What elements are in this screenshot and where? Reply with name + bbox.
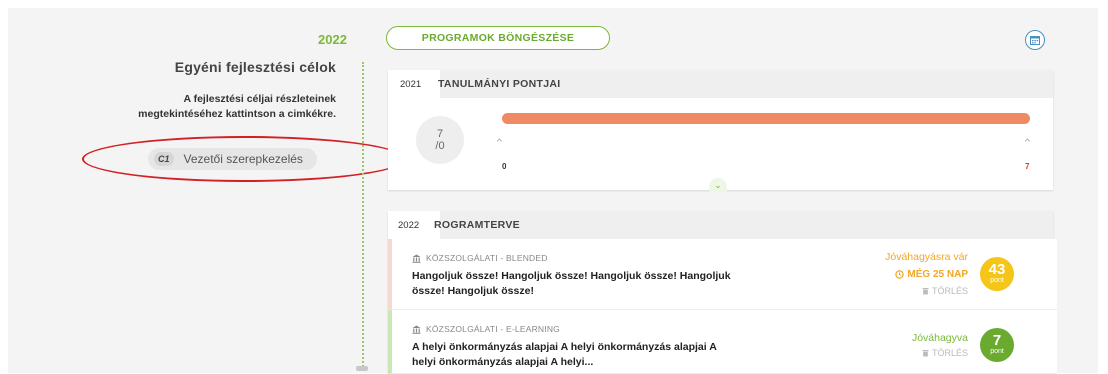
points-badge: 7 pont	[980, 328, 1014, 362]
program-plan-header: 2022 ROGRAMTERVE	[388, 211, 1053, 239]
points-badge: 43 pont	[980, 257, 1014, 291]
points-value: 7	[992, 332, 1002, 349]
institution-icon	[412, 254, 421, 263]
trash-icon	[922, 350, 929, 357]
goal-tag-code: C1	[154, 152, 174, 166]
institution-icon	[412, 325, 421, 334]
program-deadline: MÉG 25 NAP	[895, 269, 968, 280]
points-label: pont	[990, 348, 1004, 355]
delete-button[interactable]: TÖRLÉS	[922, 286, 968, 296]
goals-title: Egyéni fejlesztési célok	[174, 59, 336, 75]
caret-up-icon: ⌃	[494, 136, 505, 151]
program-type-label: KÖZSZOLGÁLATI - E-LEARNING	[426, 324, 560, 334]
score-total: /0	[435, 140, 445, 152]
program-plan-card: 2022 ROGRAMTERVE KÖZSZOLGÁLATI - BLENDED…	[388, 211, 1057, 374]
program-item[interactable]: KÖZSZOLGÁLATI - E-LEARNING A helyi önkor…	[388, 310, 1057, 374]
program-type: KÖZSZOLGÁLATI - E-LEARNING	[412, 324, 560, 334]
score-circle: 7 /0	[416, 116, 464, 164]
study-points-card: 2021 TANULMÁNYI PONTJAI 7 /0 ⌃ ⌃ 0 7 ⌄	[388, 70, 1053, 192]
page: 2022 Egyéni fejlesztési célok A fejleszt…	[0, 0, 1108, 374]
score-value: 7	[436, 128, 444, 140]
program-plan-title: ROGRAMTERVE	[434, 219, 520, 231]
program-status: Jóváhagyásra vár	[885, 251, 968, 263]
program-title[interactable]: A helyi önkormányzás alapjai A helyi önk…	[412, 340, 742, 370]
program-plan-year: 2022	[388, 211, 440, 239]
progress-min: 0	[502, 162, 507, 171]
program-item[interactable]: KÖZSZOLGÁLATI - BLENDED Hangoljuk össze!…	[388, 239, 1057, 310]
calendar-icon[interactable]	[1025, 30, 1045, 50]
goals-description: A fejlesztési céljai részleteinek megtek…	[138, 92, 336, 122]
program-deadline-label: MÉG 25 NAP	[907, 269, 968, 280]
program-type-label: KÖZSZOLGÁLATI - BLENDED	[426, 253, 548, 263]
goal-tag[interactable]: C1 Vezetői szerepkezelés	[148, 148, 317, 170]
browse-programs-button[interactable]: PROGRAMOK BÖNGÉSZÉSE	[386, 26, 610, 50]
delete-label: TÖRLÉS	[931, 286, 968, 296]
left-year: 2022	[318, 32, 347, 47]
progress-bar	[502, 113, 1030, 124]
trash-icon	[922, 288, 929, 295]
goal-tag-label: Vezetői szerepkezelés	[183, 152, 303, 166]
program-status: Jóváhagyva	[911, 332, 968, 344]
caret-up-icon: ⌃	[1022, 136, 1033, 151]
points-value: 43	[988, 261, 1006, 278]
timeline-knob	[356, 366, 368, 371]
points-label: pont	[990, 277, 1004, 284]
timeline-line	[362, 62, 364, 367]
goals-description-line: megtekintéséhez kattintson a cimkékre.	[138, 108, 336, 120]
goals-description-line: A fejlesztési céljai részleteinek	[183, 93, 336, 105]
clock-icon	[895, 270, 905, 279]
study-points-header: 2021 TANULMÁNYI PONTJAI	[388, 70, 1053, 98]
delete-label: TÖRLÉS	[931, 348, 968, 358]
study-points-title: TANULMÁNYI PONTJAI	[438, 78, 561, 90]
delete-button[interactable]: TÖRLÉS	[922, 348, 968, 358]
progress-max: 7	[1025, 162, 1030, 171]
program-title[interactable]: Hangoljuk össze! Hangoljuk össze! Hangol…	[412, 269, 742, 299]
expand-chevron-icon[interactable]: ⌄	[709, 178, 727, 192]
study-points-year: 2021	[388, 70, 440, 98]
program-type: KÖZSZOLGÁLATI - BLENDED	[412, 253, 548, 263]
